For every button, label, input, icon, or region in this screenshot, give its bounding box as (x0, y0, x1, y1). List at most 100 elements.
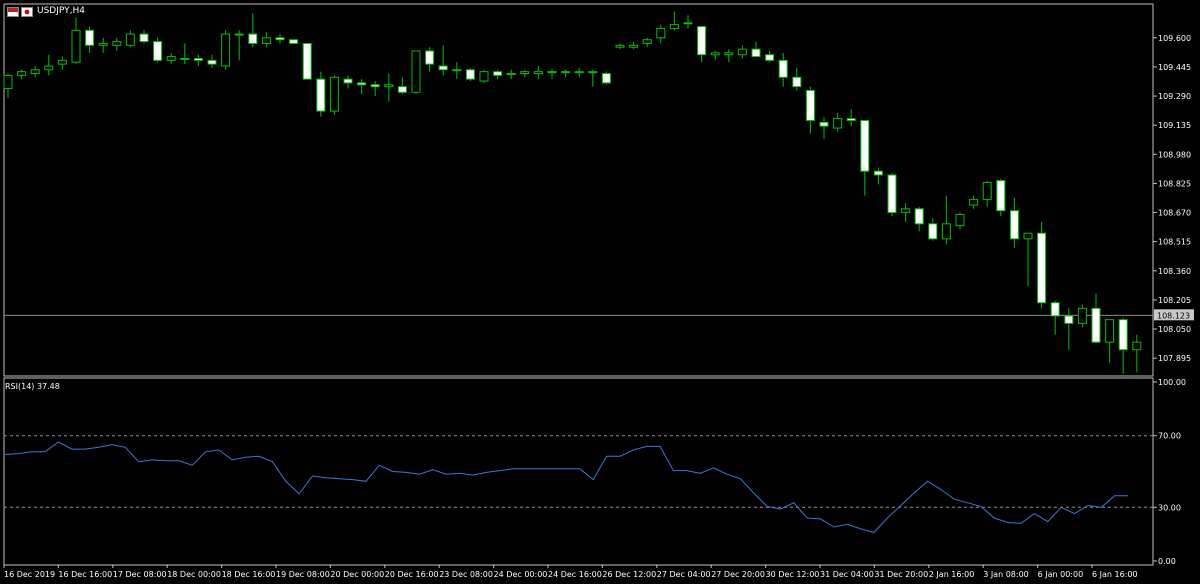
candle-bull (384, 84, 394, 88)
jp-flag-icon (21, 7, 33, 17)
price-panel-frame (3, 3, 1154, 377)
candle-bull (588, 71, 598, 74)
time-tick-label: 30 Dec 12:00 (766, 570, 820, 579)
candle-bull (57, 59, 67, 65)
candle-bull (180, 57, 190, 60)
candle-bear (697, 26, 707, 56)
time-tick-label: 6 Jan 00:00 (1038, 570, 1084, 579)
candle-bear (765, 54, 775, 61)
candle-bear (996, 180, 1006, 212)
candle-bear (289, 39, 299, 44)
candle-bear (1009, 210, 1019, 240)
candle-bear (397, 86, 407, 93)
candle-bear (778, 59, 788, 78)
rsi-tick-label: 30.00 (1158, 503, 1181, 512)
candle-bull (234, 33, 244, 36)
rsi-line (4, 441, 1128, 533)
rsi-tick-label: 100.00 (1158, 378, 1186, 387)
candle-bear (302, 42, 312, 80)
time-tick-label: 18 Dec 00:00 (167, 570, 221, 579)
candle-bear (1118, 319, 1128, 351)
candle-bear (438, 65, 448, 71)
candle-bull (724, 52, 734, 56)
candle-bull (574, 71, 584, 74)
candle-bear (139, 33, 149, 43)
candle-bear (805, 89, 815, 121)
candle-bear (873, 170, 883, 176)
time-tick-label: 31 Dec 20:00 (874, 570, 928, 579)
time-tick-label: 17 Dec 08:00 (113, 570, 167, 579)
candle-bull (166, 56, 176, 61)
candle-bear (85, 29, 95, 46)
candle-bull (221, 33, 231, 67)
candle-bull (955, 213, 965, 227)
candle-bear (193, 57, 203, 61)
candle-bear (887, 174, 897, 214)
candle-bull (125, 33, 135, 46)
candle-bull (683, 22, 693, 25)
candle-bull (533, 71, 543, 75)
candle-bear (207, 59, 217, 65)
candle-bull (1132, 341, 1142, 351)
candle-bull (112, 41, 122, 46)
price-tick-label: 109.290 (1158, 92, 1191, 101)
candle-bull (615, 44, 625, 48)
rsi-tick-label: 0.00 (1158, 557, 1176, 566)
candle-bear (357, 82, 367, 86)
price-tick-label: 108.205 (1158, 296, 1191, 305)
candle-bull (941, 223, 951, 240)
candle-bull (44, 65, 54, 71)
candle-bear (792, 76, 802, 88)
price-tick-label: 108.050 (1158, 325, 1191, 334)
time-tick-label: 19 Dec 08:00 (276, 570, 330, 579)
candle-bear (1064, 315, 1074, 324)
current-price-label: 108.123 (1157, 311, 1190, 320)
candle-bull (982, 181, 992, 200)
candle-bull (547, 71, 557, 74)
time-tick-label: 3 Jan 08:00 (983, 570, 1029, 579)
candle-bull (261, 37, 271, 44)
candle-bear (370, 84, 380, 88)
candle-bear (860, 119, 870, 172)
candle-bull (1023, 232, 1033, 240)
candle-bull (901, 208, 911, 214)
time-tick-label: 26 Dec 12:00 (602, 570, 656, 579)
candle-bear (465, 69, 475, 80)
candle-bear (846, 118, 856, 121)
price-tick-label: 107.895 (1158, 354, 1191, 363)
time-tick-label: 31 Dec 04:00 (820, 570, 874, 579)
candle-bull (3, 74, 13, 90)
candle-bear (928, 223, 938, 240)
candle-bull (520, 71, 530, 75)
time-tick-label: 27 Dec 20:00 (711, 570, 765, 579)
candle-bull (479, 71, 489, 82)
candle-bull (17, 71, 27, 76)
candle-bull (710, 52, 720, 56)
price-tick-label: 108.360 (1158, 267, 1191, 276)
time-tick-label: 6 Jan 16:00 (1092, 570, 1138, 579)
time-tick-label: 27 Dec 04:00 (657, 570, 711, 579)
price-tick-label: 109.445 (1158, 63, 1191, 72)
candle-bear (343, 78, 353, 84)
price-tick-label: 109.600 (1158, 34, 1191, 43)
candle-bear (275, 37, 285, 41)
candle-bear (819, 121, 829, 127)
candle-bear (248, 33, 258, 44)
symbol-title: USDJPY,H4 (37, 6, 85, 16)
price-panel: 109.600 109.445 109.290 109.135 108.980 108.8… (3, 3, 1194, 377)
candle-bull (98, 42, 108, 46)
candle-bull (1105, 319, 1115, 343)
rsi-title: RSI(14) 37.48 (5, 382, 60, 391)
candle-bull (506, 73, 516, 76)
time-axis: 16 Dec 2019 16 Dec 16:00 17 Dec 08:00 18 De… (3, 565, 1138, 579)
candle-bear (1050, 302, 1060, 317)
candle-bull (642, 39, 652, 44)
candle-bear (1037, 232, 1047, 304)
candle-bear (316, 78, 326, 112)
price-tick-label: 108.515 (1158, 238, 1191, 247)
price-tick-label: 108.980 (1158, 150, 1191, 159)
candle-bear (1091, 307, 1101, 343)
candle-bull (30, 69, 40, 75)
time-tick-label: 2 Jan 16:00 (929, 570, 975, 579)
candle-bear (153, 41, 163, 61)
